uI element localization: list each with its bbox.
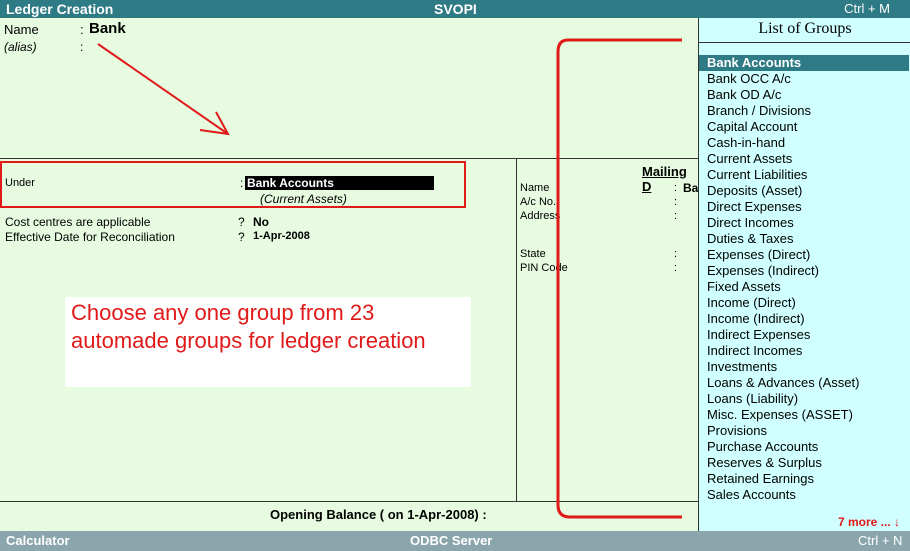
- group-list-item[interactable]: Deposits (Asset): [699, 183, 909, 199]
- group-list-item[interactable]: Purchase Accounts: [699, 439, 909, 455]
- odbc-server-status: ODBC Server: [410, 533, 493, 548]
- group-list-item[interactable]: Bank Accounts: [699, 55, 909, 71]
- annotation-arrow-line: [97, 43, 229, 135]
- group-list-item[interactable]: Expenses (Direct): [699, 247, 909, 263]
- group-list-item[interactable]: Expenses (Indirect): [699, 263, 909, 279]
- group-list-item[interactable]: Sales Accounts: [699, 487, 909, 503]
- group-list-item[interactable]: Bank OCC A/c: [699, 71, 909, 87]
- group-list-item[interactable]: Misc. Expenses (ASSET): [699, 407, 909, 423]
- group-list-item[interactable]: Investments: [699, 359, 909, 375]
- group-list-item[interactable]: Current Liabilities: [699, 167, 909, 183]
- more-groups-link[interactable]: 7 more ... ↓: [838, 515, 900, 529]
- group-list-item[interactable]: Current Assets: [699, 151, 909, 167]
- shortcut-ctrl-n[interactable]: Ctrl + N: [858, 533, 902, 548]
- group-list-item[interactable]: Capital Account: [699, 119, 909, 135]
- group-list-item[interactable]: Retained Earnings: [699, 471, 909, 487]
- group-list-item[interactable]: Direct Incomes: [699, 215, 909, 231]
- list-title-divider: [699, 42, 910, 43]
- group-list-item[interactable]: Fixed Assets: [699, 279, 909, 295]
- group-list-item[interactable]: Income (Indirect): [699, 311, 909, 327]
- group-list-item[interactable]: Branch / Divisions: [699, 103, 909, 119]
- list-of-groups-panel: List of Groups Bank Accounts Bank OCC A/c…: [698, 18, 910, 531]
- group-list-item[interactable]: Direct Expenses: [699, 199, 909, 215]
- group-list-item[interactable]: Indirect Incomes: [699, 343, 909, 359]
- calculator-panel[interactable]: Calculator: [6, 533, 70, 548]
- group-list-item[interactable]: Loans (Liability): [699, 391, 909, 407]
- group-list-item[interactable]: Provisions: [699, 423, 909, 439]
- group-list-item[interactable]: Income (Direct): [699, 295, 909, 311]
- status-bar: Calculator ODBC Server Ctrl + N: [0, 531, 910, 551]
- list-of-groups-title: List of Groups: [758, 20, 852, 37]
- group-list-item[interactable]: Reserves & Surplus: [699, 455, 909, 471]
- annotation-bracket: [556, 38, 682, 519]
- group-list-item[interactable]: Duties & Taxes: [699, 231, 909, 247]
- group-list-item[interactable]: Indirect Expenses: [699, 327, 909, 343]
- group-list-item[interactable]: Bank OD A/c: [699, 87, 909, 103]
- group-list-item[interactable]: Loans & Advances (Asset): [699, 375, 909, 391]
- group-list-item[interactable]: Cash-in-hand: [699, 135, 909, 151]
